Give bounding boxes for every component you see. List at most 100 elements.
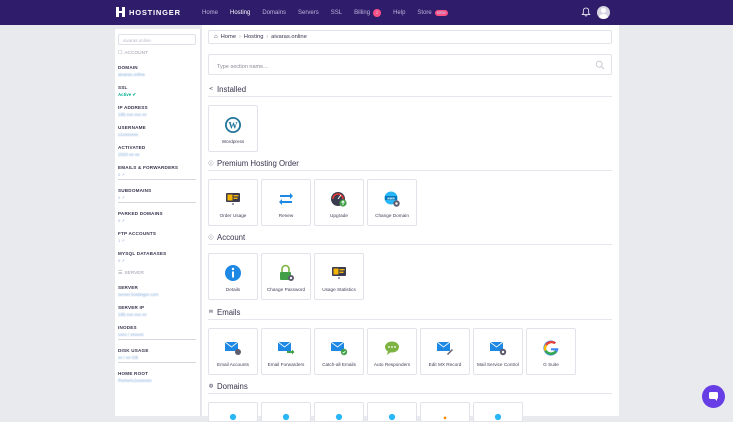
tile-domain-3[interactable] — [314, 402, 364, 422]
sidebar-field-mysql: MYSQL DATABASES 0 ↗ — [118, 251, 198, 263]
account-title: Account — [217, 232, 246, 242]
store-new-badge: NEW — [434, 9, 448, 16]
sidebar-field-domain: DOMAIN aivaras.online — [118, 65, 198, 77]
tile-domain-6[interactable] — [473, 402, 523, 422]
nav-home[interactable]: Home — [202, 10, 218, 16]
tile-label: Upgrade — [330, 213, 348, 218]
field-value: server.hostinger.com — [118, 292, 159, 297]
info-circle-icon: ⓘ — [208, 234, 214, 241]
live-chat-button[interactable] — [702, 385, 725, 408]
account-section-header: ☐ ACCOUNT — [118, 51, 198, 56]
tile-row: Details Change Password Usage Statistics — [208, 253, 612, 300]
brand-logo[interactable]: HOSTINGER — [116, 7, 181, 17]
globe-icon — [388, 413, 396, 421]
ssl-status: Active ✔ — [118, 92, 198, 97]
tile-label: Wordpress — [221, 139, 245, 144]
notifications-bell-icon[interactable] — [581, 7, 591, 17]
tile-catch-all-emails[interactable]: Catch-all Emails — [314, 328, 364, 375]
field-value[interactable]: 0 ↗ — [118, 258, 198, 263]
upgrade-gauge-icon — [331, 192, 347, 207]
mail-service-control-icon — [489, 341, 507, 356]
field-value[interactable]: 0 ↗ — [118, 218, 198, 223]
tile-wordpress[interactable]: W Wordpress — [208, 105, 258, 152]
server-header-label: SERVER — [124, 271, 144, 276]
renew-icon — [279, 193, 293, 205]
hostinger-logo-icon — [116, 7, 125, 17]
brand-name: HOSTINGER — [129, 7, 181, 17]
tile-label: Email Forwarders — [267, 362, 305, 367]
divider — [208, 244, 612, 245]
nav-servers[interactable]: Servers — [298, 10, 319, 16]
field-value[interactable]: 0 ↗ — [118, 172, 198, 177]
section-search-input[interactable] — [209, 57, 569, 77]
sidebar-field-parked-domains: PARKED DOMAINS 0 ↗ — [118, 211, 198, 223]
section-premium-hosting-order: ⓘ Premium Hosting Order Order Usage Rene… — [208, 158, 612, 226]
field-value[interactable]: 1 ↗ — [118, 238, 198, 243]
nav-store-label: Store — [417, 9, 432, 16]
redirect-icon — [443, 416, 447, 420]
tile-mail-service-control[interactable]: Mail Service Control — [473, 328, 523, 375]
tile-upgrade[interactable]: Upgrade — [314, 179, 364, 226]
field-label: SUBDOMAINS — [118, 188, 152, 193]
external-link-icon: ↗ — [121, 172, 125, 177]
nav-billing[interactable]: Billing 2 — [354, 8, 382, 17]
nav-store[interactable]: Store NEW — [417, 9, 448, 16]
sidebar-field-server: SERVER server.hostinger.com — [118, 285, 198, 297]
tile-details[interactable]: Details — [208, 253, 258, 300]
sidebar-field-ip-address: IP ADDRESS 185.xxx.xxx.xx — [118, 105, 198, 117]
nav-billing-label: Billing — [354, 9, 371, 16]
envelope-icon: ✉ — [208, 309, 214, 315]
tile-email-forwarders[interactable]: Email Forwarders — [261, 328, 311, 375]
globe-icon — [335, 413, 343, 421]
tile-email-accounts[interactable]: Email Accounts — [208, 328, 258, 375]
nav-ssl[interactable]: SSL — [331, 10, 342, 16]
sidebar-field-server-ip: SERVER IP 185.xxx.xxx.xx — [118, 305, 198, 317]
section-title: ◍ Domains — [208, 381, 612, 391]
tile-domain-5[interactable] — [420, 402, 470, 422]
tile-domain-4[interactable] — [367, 402, 417, 422]
tile-auto-responders[interactable]: Auto Responders — [367, 328, 417, 375]
check-icon: ✔ — [132, 92, 137, 97]
tile-g-suite[interactable]: G Suite — [526, 328, 576, 375]
tile-label: Email Accounts — [216, 362, 250, 367]
subdomains-count: 0 — [118, 195, 121, 200]
field-label: MYSQL DATABASES — [118, 251, 167, 256]
parked-count: 0 — [118, 218, 121, 223]
tile-domain-2[interactable] — [261, 402, 311, 422]
tile-change-password[interactable]: Change Password — [261, 253, 311, 300]
order-usage-icon — [226, 193, 240, 205]
search-icon[interactable] — [595, 60, 605, 70]
tile-label: Change Domain — [375, 213, 409, 218]
emails-title: Emails — [217, 307, 241, 317]
nav-domains[interactable]: Domains — [262, 10, 286, 16]
domain-select[interactable]: aivaras.online — [118, 34, 196, 45]
breadcrumb-hosting[interactable]: Hosting — [244, 34, 264, 40]
field-value[interactable]: 0 ↗ — [118, 195, 198, 200]
nav-help[interactable]: Help — [393, 10, 405, 16]
account-header-label: ACCOUNT — [124, 51, 149, 56]
field-label: DISK USAGE — [118, 348, 149, 353]
server-header-icon: ☰ — [118, 271, 123, 276]
user-avatar[interactable] — [597, 6, 610, 19]
wordpress-icon: W — [225, 117, 241, 133]
globe-icon: ◍ — [208, 383, 214, 389]
usage-bar — [118, 362, 196, 363]
breadcrumb-home[interactable]: Home — [221, 34, 236, 40]
tile-change-domain[interactable]: www Change Domain — [367, 179, 417, 226]
sidebar-field-disk-usage: DISK USAGE xx / xx GB — [118, 348, 198, 363]
premium-title: Premium Hosting Order — [217, 158, 299, 168]
mysql-count: 0 — [118, 258, 121, 263]
tile-edit-mx-record[interactable]: Edit MX Record — [420, 328, 470, 375]
tile-renew[interactable]: Renew — [261, 179, 311, 226]
field-value[interactable]: aivaras.online — [118, 72, 198, 77]
nav-hosting[interactable]: Hosting — [230, 10, 250, 16]
tile-domain-1[interactable] — [208, 402, 258, 422]
globe-icon — [229, 413, 237, 421]
field-label: HOME ROOT — [118, 371, 149, 376]
field-value: xxxx / xxxxxx — [118, 332, 144, 337]
tile-order-usage[interactable]: Order Usage — [208, 179, 258, 226]
tile-usage-statistics[interactable]: Usage Statistics — [314, 253, 364, 300]
field-label: SSL — [118, 85, 128, 90]
sidebar-field-username: USERNAME u1xxxxxxx — [118, 125, 198, 137]
field-value: xx / xx GB — [118, 355, 139, 360]
